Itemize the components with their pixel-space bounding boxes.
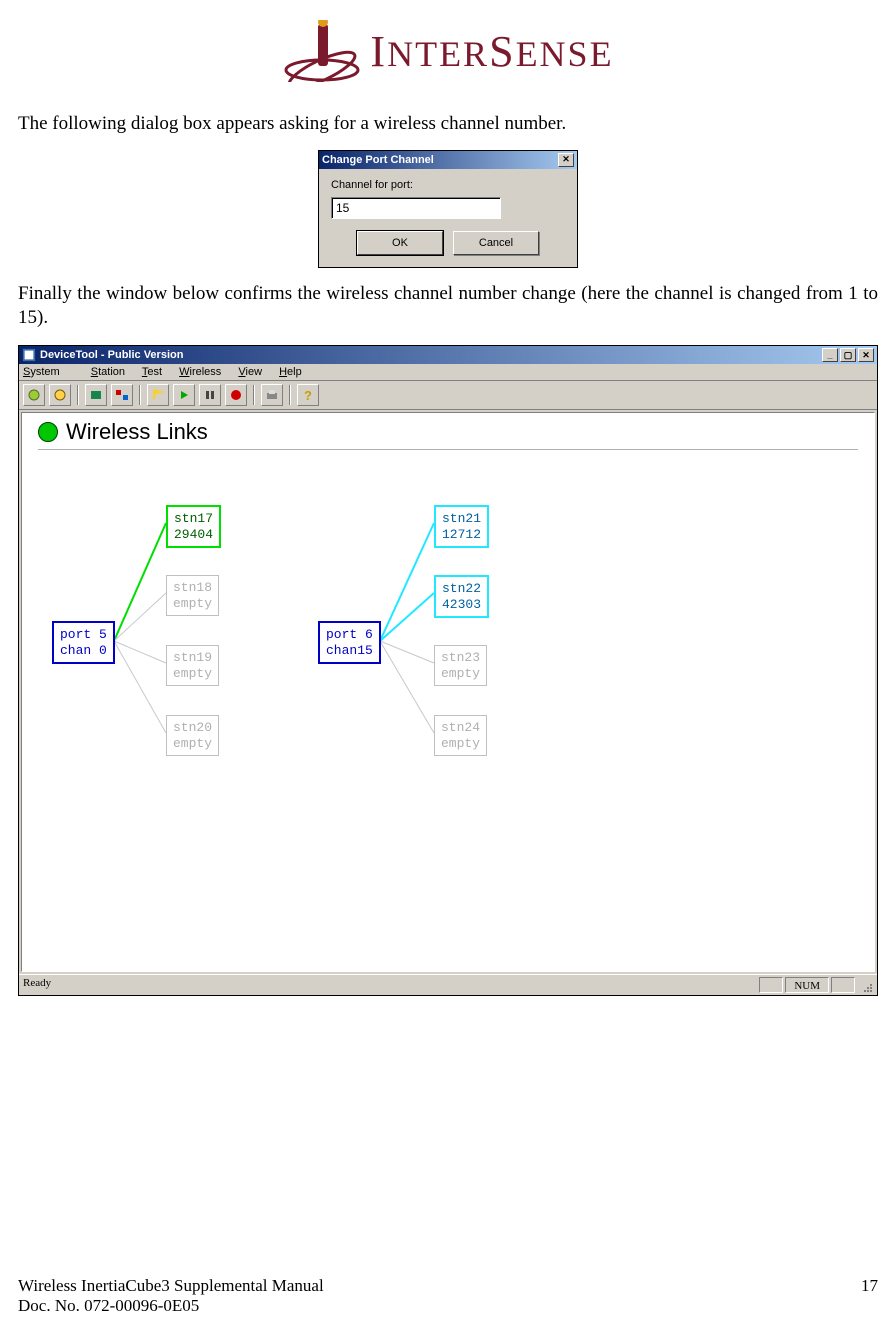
menu-view[interactable]: View [238,366,262,378]
toolbar-links-icon[interactable] [111,384,133,406]
link-line [380,593,434,641]
status-num: NUM [785,977,829,993]
page-number: 17 [861,1276,878,1316]
paragraph-2: Finally the window below confirms the wi… [18,282,878,330]
footer-left: Wireless InertiaCube3 Supplemental Manua… [18,1276,324,1316]
client-area: Wireless Links port 5 chan 0 port 6 chan1… [21,412,875,972]
toolbar-help-icon[interactable]: ? [297,384,319,406]
station-node[interactable]: stn23 empty [434,645,487,686]
station-node[interactable]: stn17 29404 [166,505,221,548]
link-line [114,641,166,733]
maximize-icon[interactable]: ▢ [840,348,856,362]
link-line [114,641,166,663]
menu-wireless[interactable]: Wireless [179,366,221,378]
close-icon[interactable]: ✕ [858,348,874,362]
resize-grip-icon[interactable] [857,977,873,993]
station-node[interactable]: stn18 empty [166,575,219,616]
toolbar-play-icon[interactable] [173,384,195,406]
toolbar: ? [19,381,877,410]
station-node[interactable]: stn19 empty [166,645,219,686]
toolbar-pause-icon[interactable] [199,384,221,406]
menu-station[interactable]: Station [91,366,125,378]
minimize-icon[interactable]: _ [822,348,838,362]
status-dot-icon [38,422,58,442]
cancel-button[interactable]: Cancel [453,231,539,255]
app-icon [22,348,36,362]
toolbar-light-green-icon[interactable] [23,384,45,406]
station-node[interactable]: stn24 empty [434,715,487,756]
toolbar-network-icon[interactable] [85,384,107,406]
app-title: DeviceTool - Public Version [40,349,183,361]
link-line [380,641,434,733]
toolbar-record-icon[interactable] [225,384,247,406]
channel-label: Channel for port: [331,179,565,191]
link-line [114,523,166,641]
toolbar-light-yellow-icon[interactable] [49,384,71,406]
status-cell-empty2 [831,977,855,993]
paragraph-1: The following dialog box appears asking … [18,112,878,136]
logo-header: INTERSENSE [18,20,878,88]
menubar: System Station Test Wireless View Help [19,364,877,381]
link-line [380,641,434,663]
port-node[interactable]: port 6 chan15 [318,621,381,664]
station-node[interactable]: stn21 12712 [434,505,489,548]
status-ready: Ready [23,977,51,993]
link-line [380,523,434,641]
devicetool-window: DeviceTool - Public Version _ ▢ ✕ System… [18,345,878,996]
channel-input[interactable] [331,197,501,219]
station-node[interactable]: stn20 empty [166,715,219,756]
wireless-links-title: Wireless Links [66,419,208,445]
change-port-channel-dialog: Change Port Channel ✕ Channel for port: … [318,150,578,268]
link-line [114,593,166,641]
intersense-logo-icon [282,20,362,82]
port-node[interactable]: port 5 chan 0 [52,621,115,664]
close-icon[interactable]: ✕ [558,153,574,167]
dialog-title: Change Port Channel [322,154,434,166]
toolbar-print-icon[interactable] [261,384,283,406]
menu-help[interactable]: Help [279,366,302,378]
toolbar-flag-icon[interactable] [147,384,169,406]
menu-system[interactable]: System [23,366,74,378]
statusbar: Ready NUM [19,974,877,995]
svg-text:?: ? [304,388,312,402]
status-cell-empty1 [759,977,783,993]
logo-text: INTERSENSE [370,26,613,77]
station-node[interactable]: stn22 42303 [434,575,489,618]
menu-test[interactable]: Test [142,366,162,378]
ok-button[interactable]: OK [357,231,443,255]
